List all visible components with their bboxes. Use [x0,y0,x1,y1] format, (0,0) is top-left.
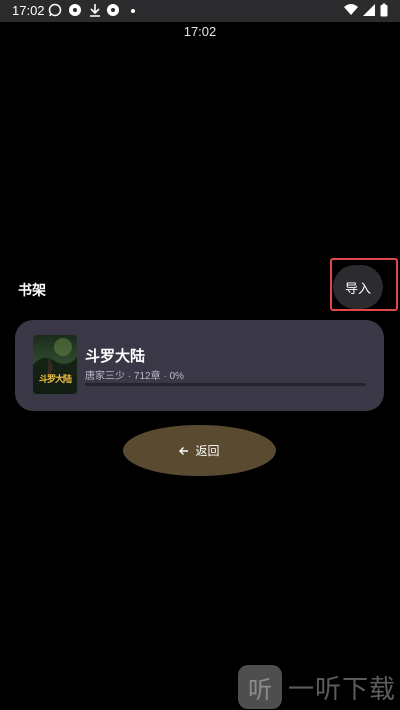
status-bar: 17:02 [0,0,400,22]
book-meta: 唐家三少 · 712章 · 0% [85,371,184,382]
whatsapp-icon [48,3,62,17]
pinwheel-icon [69,4,81,16]
watermark: 听 一听下载 [238,665,396,709]
arrow-left-icon [179,446,189,455]
cover-art [33,338,77,394]
book-card[interactable]: 斗罗大陆 斗罗大陆 唐家三少 · 712章 · 0% [15,320,384,411]
progress-bar [85,383,366,386]
cover-title: 斗罗大陆 [38,375,72,385]
clock: 17:02 [183,24,217,39]
signal-icon [363,4,375,16]
dot-icon [131,9,135,13]
back-button[interactable]: 返回 [123,425,276,476]
battery-icon [380,3,388,17]
watermark-text: 一听下载 [288,674,397,705]
book-cover: 斗罗大陆 [33,335,77,394]
highlight-box [330,258,398,311]
download-icon [90,4,100,17]
wifi-icon [344,4,358,15]
pinwheel-icon [107,4,119,16]
status-time: 17:02 [12,3,45,18]
back-label: 返回 [195,444,220,458]
shelf-title: 书架 [18,283,46,299]
book-title: 斗罗大陆 [85,347,146,365]
watermark-logo: 听 [238,665,282,709]
